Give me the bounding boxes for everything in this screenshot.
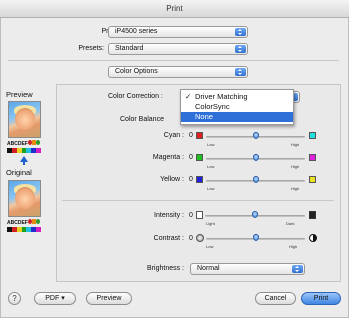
- low-label: Low: [207, 164, 215, 169]
- channel-label: Cyan :: [163, 132, 184, 139]
- color-dots-icon: [28, 219, 42, 225]
- print-button[interactable]: Print: [301, 292, 341, 305]
- channel-slider-thumb[interactable]: [252, 132, 259, 139]
- contrast-high-label: High: [289, 244, 298, 249]
- menu-item-label: Driver Matching: [195, 92, 248, 101]
- color-balance-heading: Color Balance: [120, 116, 164, 123]
- help-icon: ?: [12, 294, 17, 303]
- presets-value: Standard: [115, 45, 144, 52]
- menu-item-driver-matching[interactable]: ✓ Driver Matching: [181, 92, 293, 102]
- original-swatches: [7, 227, 42, 232]
- panel-select[interactable]: Color Options: [108, 66, 248, 78]
- printer-select[interactable]: iP4500 series: [108, 26, 248, 38]
- popup-arrows-icon: [235, 28, 246, 36]
- low-color-swatch: [196, 176, 203, 183]
- high-contrast-icon: [309, 234, 317, 242]
- popup-arrows-icon: [235, 68, 246, 76]
- menu-item-label: ColorSync: [195, 102, 230, 111]
- divider: [62, 200, 334, 201]
- checkmark-icon: ✓: [185, 92, 192, 101]
- high-label: High: [291, 142, 300, 147]
- cancel-button[interactable]: Cancel: [255, 292, 296, 305]
- intensity-high-label: Dark: [286, 221, 295, 226]
- low-color-swatch: [196, 132, 203, 139]
- channel-label: Magenta :: [152, 154, 184, 161]
- high-color-swatch: [309, 176, 316, 183]
- brightness-label: Brightness :: [147, 265, 184, 272]
- brightness-select[interactable]: Normal: [190, 263, 305, 275]
- channel-value: 0: [189, 176, 193, 183]
- intensity-value: 0: [189, 212, 193, 219]
- presets-select[interactable]: Standard: [108, 43, 248, 55]
- preview-button[interactable]: Preview: [86, 292, 132, 305]
- original-image: [8, 180, 41, 217]
- low-color-swatch: [196, 154, 203, 161]
- channel-slider-thumb[interactable]: [252, 176, 259, 183]
- contrast-label: Contrast :: [153, 235, 184, 242]
- preview-button-label: Preview: [96, 295, 122, 302]
- popup-arrows-icon: [292, 265, 303, 273]
- divider: [8, 60, 339, 61]
- high-label: High: [291, 186, 300, 191]
- intensity-label: Intensity :: [154, 212, 184, 219]
- brightness-value: Normal: [197, 265, 220, 272]
- arrow-up-icon-stem: [23, 161, 25, 165]
- menu-item-label: None: [195, 112, 213, 121]
- printer-value: iP4500 series: [115, 28, 158, 35]
- dark-icon: [309, 211, 316, 219]
- window-title: Print: [166, 4, 183, 13]
- high-color-swatch: [309, 132, 316, 139]
- popup-arrows-icon: [235, 45, 246, 53]
- preview-swatches: [7, 148, 42, 153]
- color-dots-icon: [28, 140, 42, 146]
- pdf-button-label: PDF ▾: [45, 295, 65, 302]
- contrast-value: 0: [189, 235, 193, 242]
- channel-slider-thumb[interactable]: [252, 154, 259, 161]
- color-correction-menu: ✓ Driver Matching ColorSync None: [180, 89, 294, 125]
- help-button[interactable]: ?: [8, 292, 21, 305]
- preview-image: [8, 101, 41, 138]
- menu-item-colorsync[interactable]: ColorSync: [181, 102, 293, 112]
- panel-value: Color Options: [115, 68, 158, 75]
- preview-sample-text: ABCDEF: [7, 141, 28, 147]
- cancel-button-label: Cancel: [264, 295, 287, 302]
- low-contrast-icon: [196, 234, 204, 242]
- channel-value: 0: [189, 154, 193, 161]
- channel-label: Yellow :: [160, 176, 184, 183]
- high-label: High: [291, 164, 300, 169]
- title-bar: Print: [0, 0, 349, 18]
- menu-item-none[interactable]: None: [181, 112, 293, 122]
- presets-label: Presets:: [78, 45, 104, 52]
- light-icon: [196, 211, 203, 219]
- low-label: Low: [207, 142, 215, 147]
- contrast-slider-thumb[interactable]: [252, 234, 259, 241]
- print-button-label: Print: [313, 295, 329, 302]
- original-heading: Original: [6, 168, 32, 177]
- color-correction-label: Color Correction :: [108, 93, 163, 100]
- contrast-low-label: Low: [206, 244, 214, 249]
- channel-value: 0: [189, 132, 193, 139]
- intensity-low-label: Light: [206, 221, 215, 226]
- pdf-button[interactable]: PDF ▾: [34, 292, 76, 305]
- low-label: Low: [207, 186, 215, 191]
- preview-heading: Preview: [6, 90, 33, 99]
- high-color-swatch: [309, 154, 316, 161]
- original-sample-text: ABCDEF: [7, 220, 28, 226]
